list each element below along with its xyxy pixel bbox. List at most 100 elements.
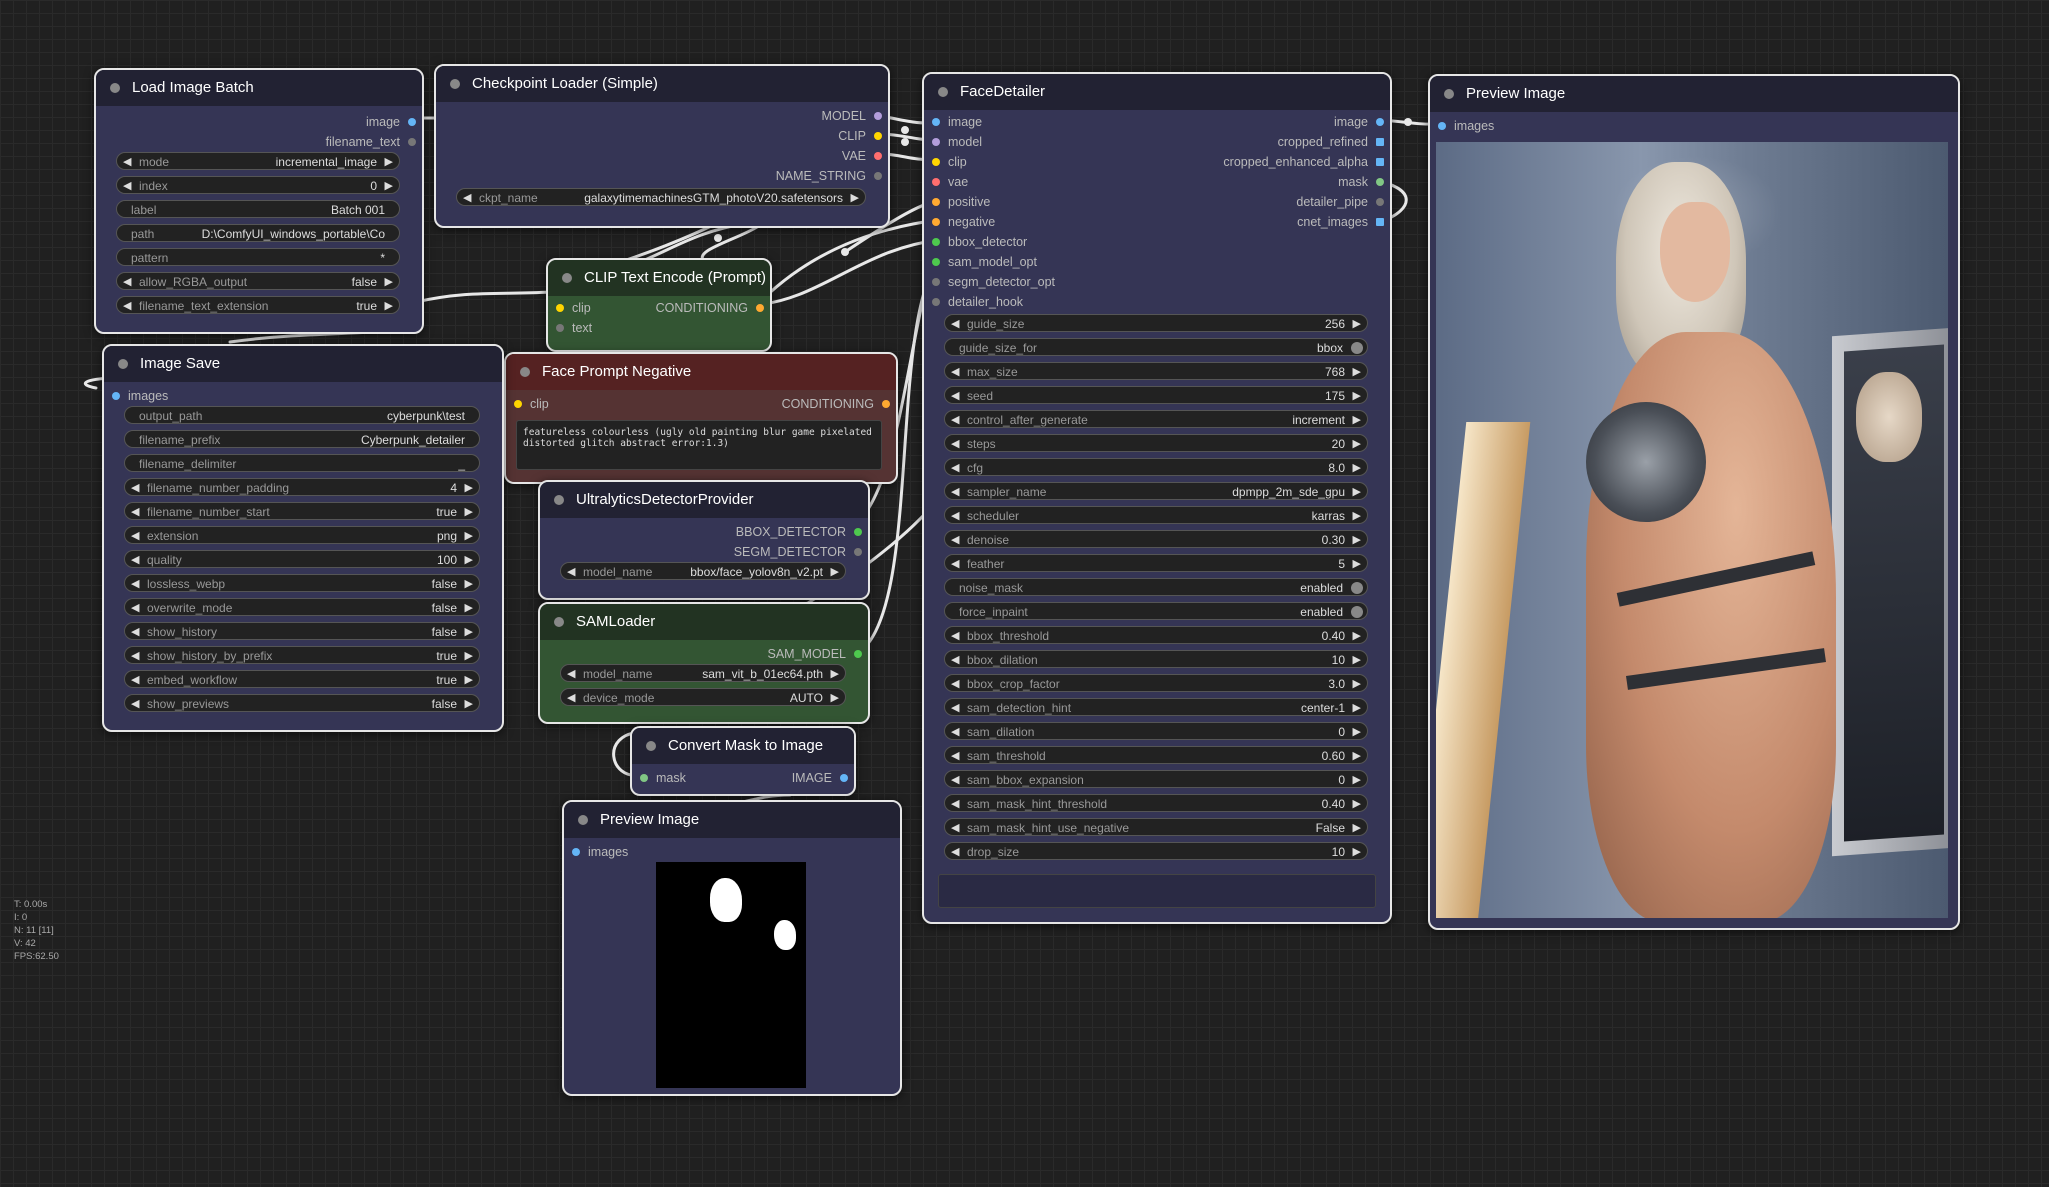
widget-index[interactable]: ◀ index 0 ▶ — [116, 176, 400, 194]
output-pin-icon[interactable] — [1376, 178, 1384, 186]
toggle-knob-icon[interactable] — [1351, 582, 1363, 594]
output-pin-icon[interactable] — [854, 650, 862, 658]
input-pin-icon[interactable] — [932, 258, 940, 266]
widget-embed-workflow[interactable]: ◀ embed_workflow true ▶ — [124, 670, 480, 688]
widget-guide-size-for[interactable]: guide_size_for bbox — [944, 338, 1368, 356]
arrow-left-icon[interactable]: ◀ — [951, 507, 959, 525]
widget-guide-size[interactable]: ◀ guide_size 256 ▶ — [944, 314, 1368, 332]
widget-bbox-threshold[interactable]: ◀ bbox_threshold 0.40 ▶ — [944, 626, 1368, 644]
arrow-left-icon[interactable]: ◀ — [951, 459, 959, 477]
collapse-dot-icon[interactable] — [646, 741, 656, 751]
widget-sam-threshold[interactable]: ◀ sam_threshold 0.60 ▶ — [944, 746, 1368, 764]
arrow-right-icon[interactable]: ▶ — [1353, 795, 1361, 813]
arrow-left-icon[interactable]: ◀ — [123, 153, 131, 171]
input-pin-icon[interactable] — [932, 298, 940, 306]
arrow-right-icon[interactable]: ▶ — [1353, 435, 1361, 453]
input-vae[interactable]: vae — [930, 174, 968, 190]
output-pin-icon[interactable] — [840, 774, 848, 782]
output-vae[interactable]: VAE — [842, 148, 884, 164]
arrow-left-icon[interactable]: ◀ — [951, 435, 959, 453]
output-pin-icon[interactable] — [874, 172, 882, 180]
widget-ckpt-name[interactable]: ◀ ckpt_name galaxytimemachinesGTM_photoV20… — [456, 188, 866, 206]
node-checkpoint-loader[interactable]: Checkpoint Loader (Simple) MODEL CLIP VA… — [434, 64, 890, 228]
node-title[interactable]: CLIP Text Encode (Prompt) — [548, 260, 770, 296]
output-image[interactable]: image — [1334, 114, 1386, 130]
arrow-left-icon[interactable]: ◀ — [567, 689, 575, 707]
arrow-right-icon[interactable]: ▶ — [465, 695, 473, 713]
arrow-left-icon[interactable]: ◀ — [131, 671, 139, 689]
node-clip-text-encode[interactable]: CLIP Text Encode (Prompt) clip text COND… — [546, 258, 772, 352]
widget-seed[interactable]: ◀ seed 175 ▶ — [944, 386, 1368, 404]
output-pin-icon[interactable] — [874, 112, 882, 120]
output-conditioning[interactable]: CONDITIONING — [656, 300, 766, 316]
input-clip[interactable]: clip — [930, 154, 967, 170]
arrow-left-icon[interactable]: ◀ — [131, 575, 139, 593]
node-title[interactable]: Image Save — [104, 346, 502, 382]
collapse-dot-icon[interactable] — [110, 83, 120, 93]
node-title[interactable]: Load Image Batch — [96, 70, 422, 106]
widget-sampler-name[interactable]: ◀ sampler_name dpmpp_2m_sde_gpu ▶ — [944, 482, 1368, 500]
output-bbox-detector[interactable]: BBOX_DETECTOR — [736, 524, 864, 540]
output-pin-icon[interactable] — [1376, 118, 1384, 126]
arrow-left-icon[interactable]: ◀ — [131, 551, 139, 569]
input-pin-icon[interactable] — [932, 158, 940, 166]
output-pin-icon[interactable] — [756, 304, 764, 312]
arrow-right-icon[interactable]: ▶ — [1353, 483, 1361, 501]
node-title[interactable]: FaceDetailer — [924, 74, 1390, 110]
widget-label[interactable]: label Batch 001 — [116, 200, 400, 218]
widget-model-name[interactable]: ◀ model_name bbox/face_yolov8n_v2.pt ▶ — [560, 562, 846, 580]
output-pin-icon[interactable] — [874, 152, 882, 160]
arrow-right-icon[interactable]: ▶ — [465, 647, 473, 665]
arrow-left-icon[interactable]: ◀ — [951, 771, 959, 789]
arrow-right-icon[interactable]: ▶ — [385, 177, 393, 195]
list-pin-icon[interactable] — [1376, 218, 1384, 226]
arrow-right-icon[interactable]: ▶ — [465, 599, 473, 617]
input-mask[interactable]: mask — [638, 770, 686, 786]
input-detailer-hook[interactable]: detailer_hook — [930, 294, 1023, 310]
arrow-right-icon[interactable]: ▶ — [465, 623, 473, 641]
arrow-left-icon[interactable]: ◀ — [951, 675, 959, 693]
arrow-right-icon[interactable]: ▶ — [1353, 723, 1361, 741]
arrow-left-icon[interactable]: ◀ — [951, 363, 959, 381]
widget-sam-mask-hint-threshold[interactable]: ◀ sam_mask_hint_threshold 0.40 ▶ — [944, 794, 1368, 812]
widget-show-history[interactable]: ◀ show_history false ▶ — [124, 622, 480, 640]
arrow-right-icon[interactable]: ▶ — [1353, 819, 1361, 837]
widget-device-mode[interactable]: ◀ device_mode AUTO ▶ — [560, 688, 846, 706]
input-pin-icon[interactable] — [932, 198, 940, 206]
widget-path[interactable]: path D:\ComfyUI_windows_portable\Co — [116, 224, 400, 242]
arrow-left-icon[interactable]: ◀ — [131, 503, 139, 521]
input-pin-icon[interactable] — [932, 178, 940, 186]
widget-mode[interactable]: ◀ mode incremental_image ▶ — [116, 152, 400, 170]
input-pin-icon[interactable] — [514, 400, 522, 408]
toggle-knob-icon[interactable] — [1351, 606, 1363, 618]
collapse-dot-icon[interactable] — [118, 359, 128, 369]
widget-model-name[interactable]: ◀ model_name sam_vit_b_01ec64.pth ▶ — [560, 664, 846, 682]
list-pin-icon[interactable] — [1376, 158, 1384, 166]
arrow-left-icon[interactable]: ◀ — [951, 819, 959, 837]
arrow-left-icon[interactable]: ◀ — [123, 273, 131, 291]
widget-output-path[interactable]: output_path cyberpunk\test — [124, 406, 480, 424]
arrow-left-icon[interactable]: ◀ — [123, 177, 131, 195]
widget-scheduler[interactable]: ◀ scheduler karras ▶ — [944, 506, 1368, 524]
arrow-left-icon[interactable]: ◀ — [951, 531, 959, 549]
arrow-left-icon[interactable]: ◀ — [951, 795, 959, 813]
output-cnet-images[interactable]: cnet_images — [1297, 214, 1386, 230]
arrow-right-icon[interactable]: ▶ — [831, 689, 839, 707]
widget-filename-prefix[interactable]: filename_prefix Cyberpunk_detailer — [124, 430, 480, 448]
output-sam-model[interactable]: SAM_MODEL — [768, 646, 865, 662]
arrow-left-icon[interactable]: ◀ — [951, 411, 959, 429]
input-images[interactable]: images — [570, 844, 628, 860]
input-pin-icon[interactable] — [556, 304, 564, 312]
input-pin-icon[interactable] — [932, 238, 940, 246]
output-pin-icon[interactable] — [1376, 198, 1384, 206]
output-model[interactable]: MODEL — [822, 108, 884, 124]
widget-sam-dilation[interactable]: ◀ sam_dilation 0 ▶ — [944, 722, 1368, 740]
widget-overwrite-mode[interactable]: ◀ overwrite_mode false ▶ — [124, 598, 480, 616]
arrow-right-icon[interactable]: ▶ — [385, 273, 393, 291]
output-clip[interactable]: CLIP — [838, 128, 884, 144]
node-preview-image[interactable]: Preview Image images — [1428, 74, 1960, 930]
collapse-dot-icon[interactable] — [1444, 89, 1454, 99]
arrow-right-icon[interactable]: ▶ — [831, 563, 839, 581]
arrow-left-icon[interactable]: ◀ — [567, 563, 575, 581]
widget-bbox-dilation[interactable]: ◀ bbox_dilation 10 ▶ — [944, 650, 1368, 668]
